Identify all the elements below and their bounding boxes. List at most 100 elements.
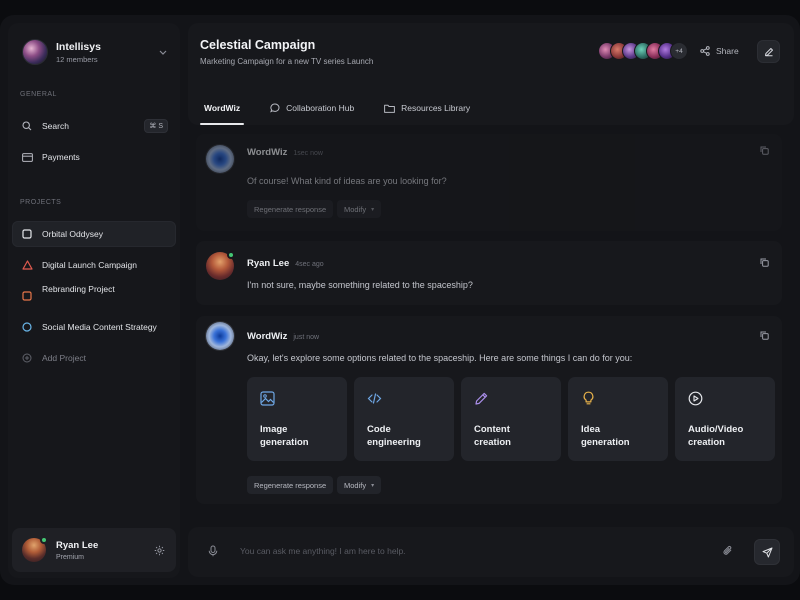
message-timestamp: 1sec now bbox=[293, 150, 323, 157]
square-icon bbox=[20, 289, 34, 303]
option-card-label: Code engineering bbox=[367, 424, 421, 448]
tab-label: Resources Library bbox=[401, 103, 471, 113]
message-text: Of course! What kind of ideas are you lo… bbox=[247, 176, 447, 186]
project-header: Celestial Campaign Marketing Campaign fo… bbox=[188, 23, 794, 125]
sidebar-item-search[interactable]: Search ⌘ S bbox=[12, 113, 176, 139]
user-plan: Premium bbox=[56, 553, 85, 561]
sidebar-project-social-media-content-strategy[interactable]: Social Media Content Strategy bbox=[12, 314, 176, 340]
chat-message: WordWiz just now Okay, let's explore some… bbox=[196, 316, 782, 504]
play-icon bbox=[688, 391, 704, 407]
workspace-name: Intellisys bbox=[56, 40, 101, 53]
share-label: Share bbox=[716, 46, 739, 56]
sidebar-item-label: Orbital Oddysey bbox=[42, 229, 103, 239]
message-author: WordWiz just now bbox=[247, 331, 320, 342]
option-card-audio-video-creation[interactable]: Audio/Video creation bbox=[675, 377, 775, 461]
tab-resources-library[interactable]: Resources Library bbox=[380, 91, 474, 125]
pencil-icon bbox=[474, 391, 490, 407]
sidebar-item-label: Rebranding Project bbox=[42, 284, 115, 294]
general-section-title: GENERAL bbox=[20, 91, 57, 98]
message-composer[interactable]: You can ask me anything! I am here to he… bbox=[188, 527, 794, 577]
chevron-down-icon: ▾ bbox=[371, 206, 375, 213]
send-button[interactable] bbox=[754, 539, 780, 565]
gear-icon[interactable] bbox=[152, 543, 166, 557]
sidebar-project-digital-launch-campaign[interactable]: Digital Launch Campaign bbox=[12, 252, 176, 278]
avatar bbox=[206, 251, 235, 280]
copy-icon[interactable] bbox=[760, 146, 770, 156]
chevron-down-icon[interactable] bbox=[156, 45, 170, 59]
sidebar-item-label: Social Media Content Strategy bbox=[42, 322, 157, 332]
triangle-icon bbox=[20, 258, 34, 272]
pencil-icon bbox=[764, 47, 774, 57]
projects-section-title: PROJECTS bbox=[20, 199, 62, 206]
share-icon bbox=[700, 46, 710, 56]
option-cards: Image generation Code engineering Conten… bbox=[247, 377, 782, 461]
tab-label: WordWiz bbox=[204, 103, 241, 113]
user-name: Ryan Lee bbox=[56, 539, 99, 551]
image-icon bbox=[260, 391, 276, 407]
add-project-button[interactable]: Add Project bbox=[12, 345, 176, 371]
workspace-switcher[interactable]: Intellisys 12 members bbox=[22, 37, 170, 67]
code-icon bbox=[367, 391, 383, 407]
page-subtitle: Marketing Campaign for a new TV series L… bbox=[200, 57, 374, 66]
option-card-label: Image generation bbox=[260, 424, 309, 448]
user-profile-card[interactable]: Ryan Lee Premium bbox=[12, 528, 176, 572]
avatar bbox=[206, 322, 234, 350]
tab-wordwiz[interactable]: WordWiz bbox=[200, 91, 245, 125]
message-author: Ryan Lee 4sec ago bbox=[247, 258, 324, 269]
sidebar-item-label: Add Project bbox=[42, 353, 86, 363]
avatar bbox=[206, 145, 234, 173]
avatar bbox=[22, 536, 48, 562]
sidebar-item-label: Digital Launch Campaign bbox=[42, 260, 137, 270]
plus-circle-icon bbox=[20, 351, 34, 365]
message-author: WordWiz 1sec now bbox=[247, 147, 323, 158]
option-card-label: Idea generation bbox=[581, 424, 630, 448]
sidebar-project-rebranding-project[interactable]: Rebranding Project bbox=[12, 279, 176, 305]
chevron-down-icon: ▾ bbox=[371, 482, 375, 489]
message-timestamp: 4sec ago bbox=[295, 261, 324, 268]
option-card-idea-generation[interactable]: Idea generation bbox=[568, 377, 668, 461]
tab-collaboration-hub[interactable]: Collaboration Hub bbox=[266, 91, 358, 125]
sidebar-project-orbital-oddysey[interactable]: Orbital Oddysey bbox=[12, 221, 176, 247]
workspace-avatar bbox=[22, 39, 48, 65]
option-card-image-generation[interactable]: Image generation bbox=[247, 377, 347, 461]
send-icon bbox=[762, 547, 773, 558]
card-icon bbox=[20, 150, 34, 164]
search-icon bbox=[20, 119, 34, 133]
regenerate-response-button[interactable]: Regenerate response bbox=[247, 476, 334, 494]
share-button[interactable]: Share bbox=[700, 43, 739, 59]
more-collaborators-badge[interactable]: +4 bbox=[670, 42, 688, 60]
option-card-code-engineering[interactable]: Code engineering bbox=[354, 377, 454, 461]
copy-icon[interactable] bbox=[760, 331, 770, 341]
message-text: I'm not sure, maybe something related to… bbox=[247, 280, 473, 290]
option-card-content-creation[interactable]: Content creation bbox=[461, 377, 561, 461]
microphone-icon[interactable] bbox=[208, 545, 218, 557]
regenerate-response-button[interactable]: Regenerate response bbox=[247, 200, 334, 218]
sidebar-item-payments[interactable]: Payments bbox=[12, 144, 176, 170]
tab-label: Collaboration Hub bbox=[286, 103, 355, 113]
paperclip-icon[interactable] bbox=[722, 545, 734, 557]
option-card-label: Content creation bbox=[474, 424, 511, 448]
option-card-label: Audio/Video creation bbox=[688, 424, 744, 448]
collaborator-avatars[interactable]: +4 bbox=[598, 41, 688, 61]
workspace-members: 12 members bbox=[56, 54, 98, 64]
page-title: Celestial Campaign bbox=[200, 38, 316, 52]
modify-dropdown[interactable]: Modify ▾ bbox=[337, 200, 382, 218]
message-timestamp: just now bbox=[293, 334, 320, 341]
square-icon bbox=[20, 227, 34, 241]
circle-icon bbox=[20, 320, 34, 334]
chat-bubble-icon bbox=[270, 103, 280, 113]
sidebar-item-label: Search bbox=[42, 121, 69, 131]
sidebar-item-label: Payments bbox=[42, 152, 80, 162]
copy-icon[interactable] bbox=[760, 258, 770, 268]
folder-icon bbox=[384, 104, 396, 113]
message-text: Okay, let's explore some options related… bbox=[247, 353, 633, 363]
chat-message: WordWiz 1sec now Of course! What kind of … bbox=[196, 134, 782, 231]
online-status-dot bbox=[40, 536, 48, 544]
online-status-dot bbox=[227, 251, 235, 259]
lightbulb-icon bbox=[581, 391, 597, 407]
tab-bar: WordWiz Collaboration Hub Resources Libr… bbox=[200, 91, 496, 125]
chat-message: Ryan Lee 4sec ago I'm not sure, maybe som… bbox=[196, 241, 782, 305]
chat-input[interactable]: You can ask me anything! I am here to he… bbox=[240, 546, 406, 556]
modify-dropdown[interactable]: Modify ▾ bbox=[337, 476, 382, 494]
edit-button[interactable] bbox=[757, 40, 780, 63]
